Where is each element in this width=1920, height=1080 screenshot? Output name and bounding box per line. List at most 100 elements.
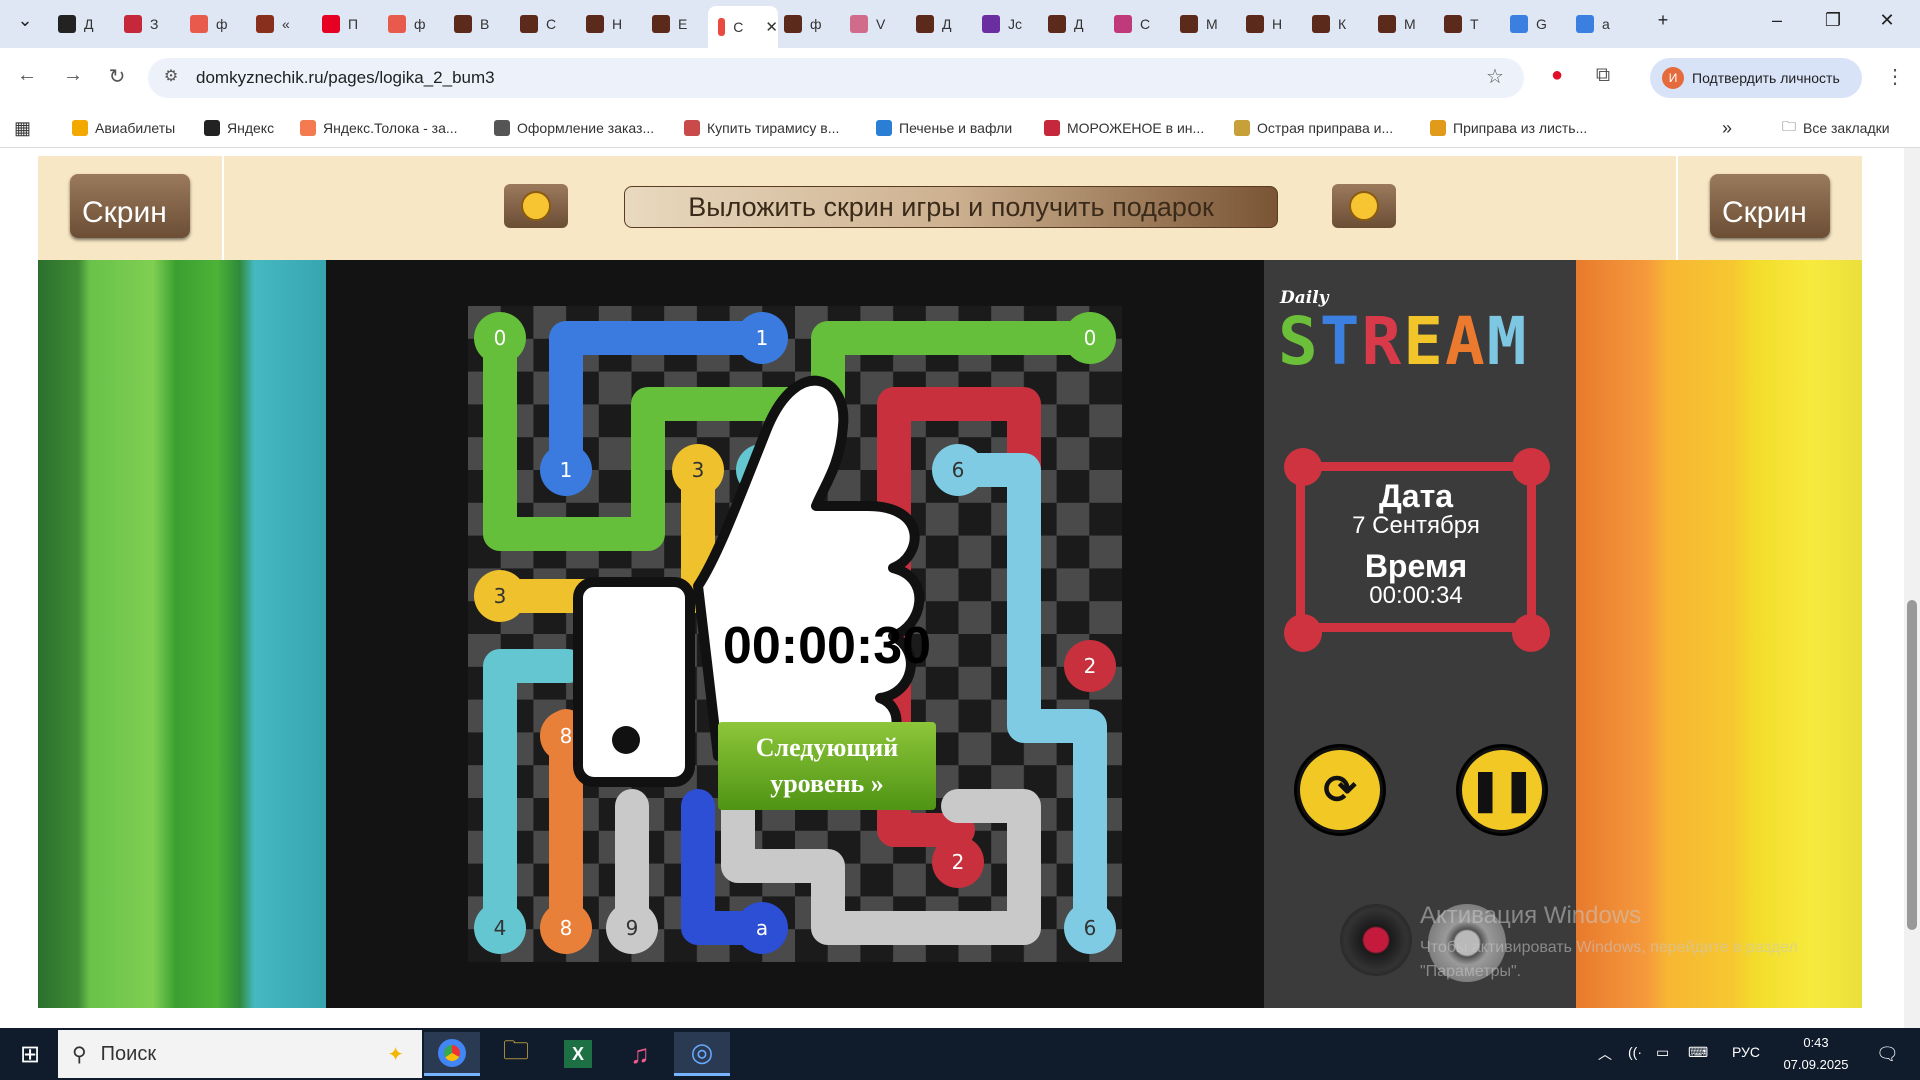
skrin-right-button[interactable]: Скрин: [1710, 174, 1830, 238]
node-green-0[interactable]: 0: [474, 312, 526, 364]
node-green-0b[interactable]: 0: [1064, 312, 1116, 364]
browser-tab[interactable]: З: [114, 6, 180, 42]
browser-tab[interactable]: ф: [378, 6, 444, 42]
menu-icon[interactable]: ⋮: [1880, 64, 1910, 89]
reload-button[interactable]: ↻: [102, 64, 132, 89]
browser-tab[interactable]: Т: [1434, 6, 1500, 42]
restart-button[interactable]: ⟳: [1294, 744, 1386, 836]
extensions-icon[interactable]: ⧉: [1588, 64, 1618, 87]
browser-tab[interactable]: С: [510, 6, 576, 42]
node-blue-1[interactable]: 1: [736, 312, 788, 364]
bookmark-item[interactable]: Яндекс: [204, 115, 274, 141]
new-tab-button[interactable]: +: [1648, 10, 1678, 31]
media-app-icon[interactable]: ◎: [674, 1032, 730, 1076]
clock[interactable]: 0:43 07.09.2025: [1776, 1032, 1856, 1076]
bookmark-item[interactable]: Печенье и вафли: [876, 115, 1012, 141]
bookmark-star-icon[interactable]: ☆: [1480, 64, 1510, 89]
excel-icon[interactable]: X: [550, 1032, 606, 1076]
browser-tab[interactable]: Н: [576, 6, 642, 42]
browser-tab[interactable]: Јс: [972, 6, 1038, 42]
close-window-button[interactable]: ✕: [1872, 10, 1902, 31]
tab-search-chevron-icon[interactable]: ⌄: [10, 10, 40, 31]
node-orange-8b[interactable]: 8: [540, 902, 592, 954]
bookmark-item[interactable]: Яндекс.Толока - за...: [300, 115, 458, 141]
browser-tab[interactable]: Д: [1038, 6, 1104, 42]
tray-chevron-icon[interactable]: ︿: [1598, 1044, 1612, 1064]
bookmark-favicon-icon: [494, 120, 510, 136]
node-lightblue-6b[interactable]: 6: [1064, 902, 1116, 954]
url-text[interactable]: domkyznechik.ru/pages/logika_2_bum3: [196, 68, 495, 88]
maximize-button[interactable]: ❐: [1818, 10, 1848, 31]
scrollbar-thumb[interactable]: [1907, 600, 1917, 930]
bookmark-favicon-icon: [876, 120, 892, 136]
skrin-left-button[interactable]: Скрин: [70, 174, 190, 238]
bookmark-item[interactable]: МОРОЖЕНОЕ в ин...: [1044, 115, 1204, 141]
language-indicator[interactable]: РУС: [1732, 1044, 1760, 1060]
browser-tab[interactable]: a: [1566, 6, 1632, 42]
back-button[interactable]: ←: [12, 64, 42, 87]
browser-tab[interactable]: С ✕: [708, 6, 778, 48]
browser-tab[interactable]: «: [246, 6, 312, 42]
browser-tab[interactable]: Н: [1236, 6, 1302, 42]
browser-tab[interactable]: В: [444, 6, 510, 42]
bookmark-label: Яндекс: [227, 120, 275, 136]
browser-tab[interactable]: Е: [642, 6, 708, 42]
node-red-2[interactable]: 2: [1064, 640, 1116, 692]
chrome-taskbar-icon[interactable]: [424, 1032, 480, 1076]
smile-right-icon[interactable]: [1332, 184, 1396, 228]
forward-button[interactable]: →: [58, 64, 88, 87]
tab-label: ф: [414, 16, 426, 32]
file-explorer-icon[interactable]: 🗀: [488, 1032, 544, 1076]
windows-start-icon[interactable]: ⊞: [2, 1032, 58, 1076]
browser-tab[interactable]: К: [1302, 6, 1368, 42]
browser-tab[interactable]: С: [1104, 6, 1170, 42]
minimize-button[interactable]: –: [1762, 10, 1792, 31]
tab-favicon-icon: [1576, 15, 1594, 33]
battery-icon[interactable]: ▭: [1656, 1044, 1669, 1061]
taskbar-search[interactable]: ⚲ Поиск ✦: [58, 1030, 422, 1078]
browser-tab[interactable]: М: [1368, 6, 1434, 42]
bookmark-item[interactable]: Оформление заказ...: [494, 115, 654, 141]
browser-tab[interactable]: ф: [180, 6, 246, 42]
browser-tab[interactable]: Д: [48, 6, 114, 42]
keyboard-icon[interactable]: ⌨: [1688, 1044, 1708, 1061]
verify-identity-button[interactable]: И Подтвердить личность: [1650, 58, 1862, 98]
browser-tab[interactable]: П: [312, 6, 378, 42]
music-record-icon[interactable]: [1340, 904, 1412, 976]
node-darkblue-ab[interactable]: a: [736, 902, 788, 954]
bookmark-item[interactable]: Приправа из листь...: [1430, 115, 1587, 141]
itunes-icon[interactable]: ♫: [612, 1032, 668, 1076]
node-red-2b[interactable]: 2: [932, 836, 984, 888]
browser-tab[interactable]: V: [840, 6, 906, 42]
node-yellow-3b[interactable]: 3: [474, 570, 526, 622]
node-lightblue-6[interactable]: 6: [932, 444, 984, 496]
browser-tab[interactable]: ф: [774, 6, 840, 42]
post-screenshot-button[interactable]: Выложить скрин игры и получить подарок: [624, 186, 1278, 228]
bookmark-item[interactable]: Острая приправа и...: [1234, 115, 1393, 141]
apps-grid-icon[interactable]: ▦: [14, 115, 31, 141]
bookmark-item[interactable]: Купить тирамису в...: [684, 115, 839, 141]
tab-favicon-icon: [1378, 15, 1396, 33]
browser-tab[interactable]: G: [1500, 6, 1566, 42]
cuff-dot: [612, 726, 640, 754]
node-yellow-3[interactable]: 3: [672, 444, 724, 496]
smile-left-icon[interactable]: [504, 184, 568, 228]
all-bookmarks-label: Все закладки: [1803, 120, 1890, 136]
more-bookmarks-chevron-icon[interactable]: »: [1722, 115, 1732, 141]
bookmark-item[interactable]: Авиабилеты: [72, 115, 175, 141]
notifications-icon[interactable]: 🗨: [1876, 1044, 1899, 1065]
extension-opera-icon[interactable]: ●: [1542, 64, 1572, 87]
bookmark-favicon-icon: [300, 120, 316, 136]
pause-button[interactable]: ❚❚: [1456, 744, 1548, 836]
node-gray-9b[interactable]: 9: [606, 902, 658, 954]
tab-favicon-icon: [190, 15, 208, 33]
browser-tab[interactable]: Д: [906, 6, 972, 42]
all-bookmarks-button[interactable]: 🗀 Все закладки: [1782, 115, 1890, 141]
node-teal-4b[interactable]: 4: [474, 902, 526, 954]
node-blue-1b[interactable]: 1: [540, 444, 592, 496]
network-icon[interactable]: ((·: [1628, 1044, 1642, 1060]
tab-label: Н: [612, 16, 623, 32]
browser-tab[interactable]: М: [1170, 6, 1236, 42]
site-info-icon[interactable]: ⚙: [156, 66, 186, 86]
next-level-button[interactable]: Следующий уровень »: [718, 722, 936, 810]
